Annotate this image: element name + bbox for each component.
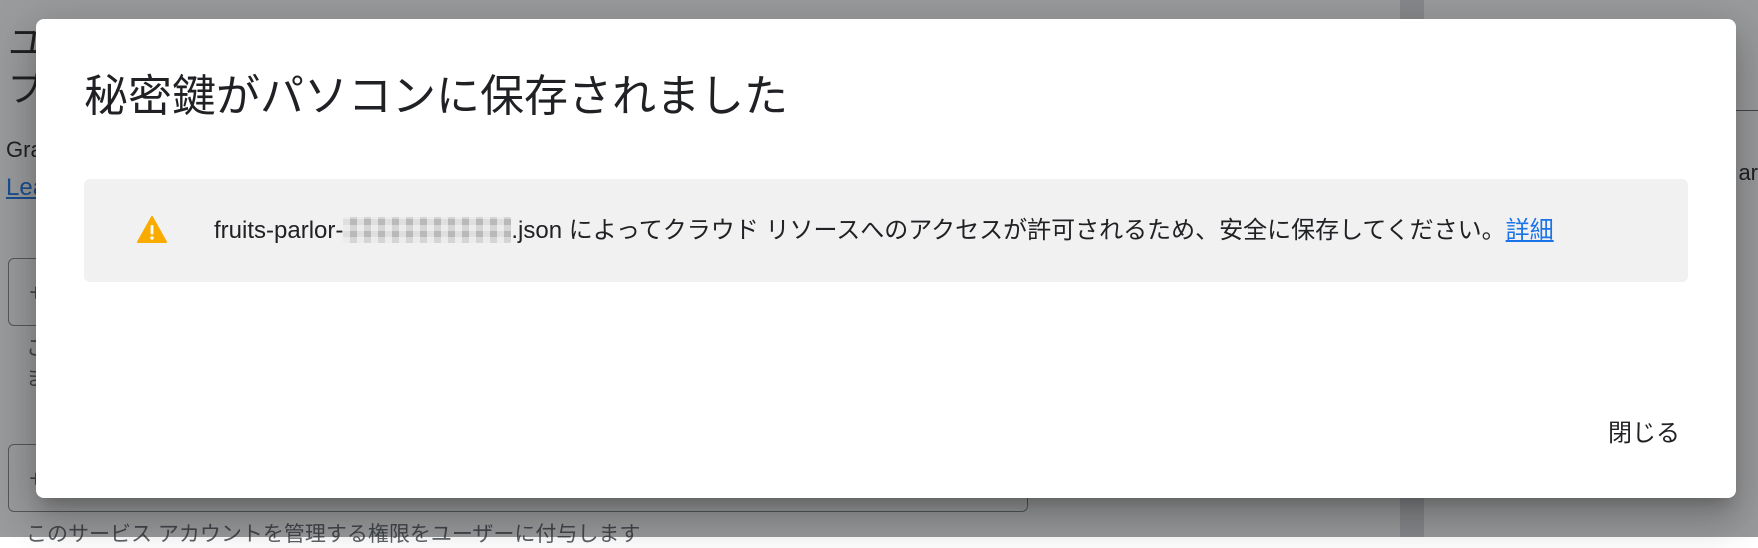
- notice-body-text: によってクラウド リソースへのアクセスが許可されるため、安全に保存してください。: [562, 217, 1506, 244]
- warning-icon: [137, 216, 167, 244]
- learn-more-link[interactable]: 詳細: [1506, 217, 1554, 244]
- key-filename-prefix: fruits-parlor-: [214, 217, 344, 244]
- notice-message: fruits-parlor- .json によってクラウド リソースへのアクセスが…: [214, 179, 1554, 282]
- dialog-title: 秘密鍵がパソコンに保存されました: [84, 71, 788, 122]
- close-button[interactable]: 閉じる: [1596, 405, 1692, 456]
- security-notice: fruits-parlor- .json によってクラウド リソースへのアクセスが…: [84, 179, 1688, 282]
- private-key-saved-dialog: 秘密鍵がパソコンに保存されました fruits-parlor- .json によっ…: [36, 19, 1736, 498]
- redacted-key-id: [343, 216, 512, 243]
- key-filename-suffix: .json: [511, 217, 563, 244]
